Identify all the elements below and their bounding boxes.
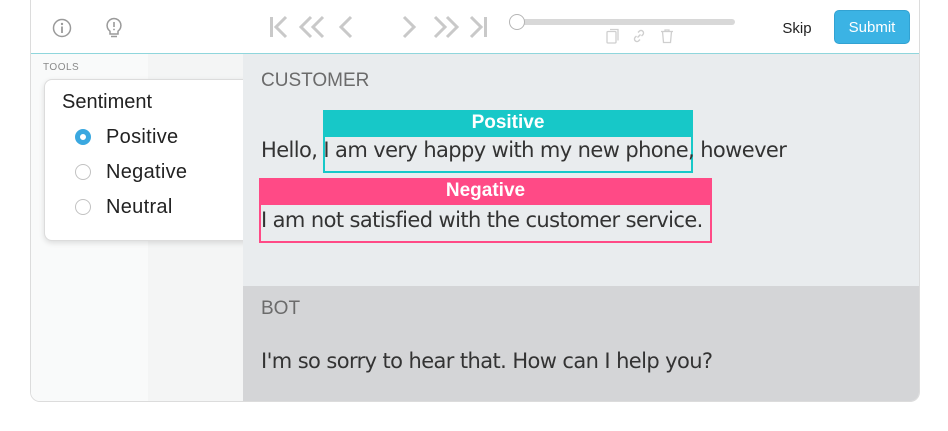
customer-message: CUSTOMER Positive Hello, I am very happy… — [243, 54, 919, 286]
bot-message: BOT I'm so sorry to hear that. How can I… — [243, 286, 919, 401]
annotation-app: Skip Submit TOOLS Sentiment Positive Neg… — [30, 0, 920, 402]
info-icon[interactable] — [51, 17, 73, 39]
negative-annotation-label[interactable]: Negative — [259, 178, 712, 203]
submit-button[interactable]: Submit — [834, 10, 910, 44]
role-label: BOT — [261, 298, 301, 319]
role-label: CUSTOMER — [261, 70, 370, 91]
slider-track — [515, 19, 735, 25]
link-icon[interactable] — [631, 28, 647, 44]
rewind-icon[interactable] — [297, 14, 327, 40]
prev-icon[interactable] — [336, 14, 354, 40]
next-icon[interactable] — [401, 14, 419, 40]
option-label: Positive — [106, 125, 179, 148]
conversation-area: CUSTOMER Positive Hello, I am very happy… — [243, 54, 919, 401]
tools-heading: TOOLS — [43, 62, 80, 73]
tools-sidebar: TOOLS Sentiment Positive Negative Neutra… — [31, 54, 252, 401]
slider-thumb[interactable] — [509, 14, 525, 30]
copy-icon[interactable] — [605, 28, 621, 44]
customer-text-line-1: Hello, I am very happy with my new phone… — [261, 138, 787, 162]
skip-button[interactable]: Skip — [771, 16, 823, 40]
lightbulb-icon[interactable] — [103, 16, 125, 40]
first-icon[interactable] — [268, 14, 288, 40]
positive-annotation-label[interactable]: Positive — [323, 110, 693, 135]
option-positive[interactable]: Positive — [75, 124, 178, 150]
fast-forward-icon[interactable] — [431, 14, 461, 40]
trash-icon[interactable] — [659, 28, 675, 44]
panel-title: Sentiment — [62, 91, 153, 113]
option-label: Negative — [106, 160, 188, 183]
top-toolbar: Skip Submit — [31, 0, 919, 54]
radio-negative[interactable] — [75, 164, 91, 180]
option-negative[interactable]: Negative — [75, 159, 187, 185]
bot-text: I'm so sorry to hear that. How can I hel… — [261, 349, 713, 373]
sentiment-panel: Sentiment Positive Negative Neutral — [44, 79, 252, 241]
option-label: Neutral — [106, 195, 173, 218]
radio-positive[interactable] — [75, 129, 91, 145]
option-neutral[interactable]: Neutral — [75, 194, 173, 220]
customer-text-line-2: I am not satisfied with the customer ser… — [261, 208, 703, 232]
last-icon[interactable] — [469, 14, 489, 40]
radio-neutral[interactable] — [75, 199, 91, 215]
progress-slider[interactable] — [509, 14, 737, 30]
